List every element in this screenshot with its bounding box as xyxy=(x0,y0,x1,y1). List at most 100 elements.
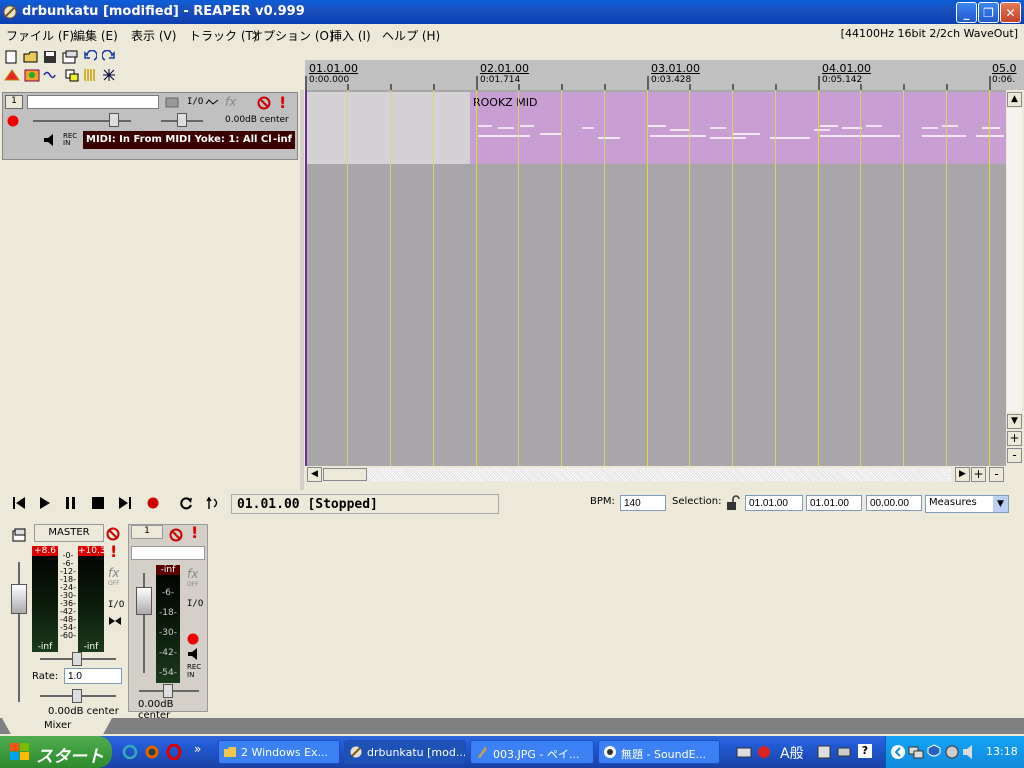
zoom-out-vertical-button[interactable]: - xyxy=(1007,448,1022,463)
task-windows-explorer[interactable]: 2 Windows Ex... xyxy=(218,740,340,764)
arrange-view[interactable]: ROOKZ MID xyxy=(305,90,1006,466)
record-arm-icon[interactable] xyxy=(7,115,19,127)
selection-length-input[interactable] xyxy=(866,495,922,511)
time-display[interactable]: 01.01.00 [Stopped] xyxy=(231,494,499,514)
lock-icon[interactable] xyxy=(726,495,740,511)
ime-tools-icon[interactable] xyxy=(816,744,832,760)
channel-solo-icon[interactable]: ! xyxy=(191,523,198,542)
record-icon[interactable] xyxy=(146,496,160,510)
zoom-in-horizontal-button[interactable]: + xyxy=(971,467,986,482)
vertical-scrollbar[interactable]: ▲ ▼ + - xyxy=(1006,90,1024,466)
zoom-out-horizontal-button[interactable]: - xyxy=(989,467,1004,482)
network-icon[interactable] xyxy=(908,744,924,760)
scroll-track[interactable] xyxy=(1007,108,1022,412)
channel-pan-thumb[interactable] xyxy=(163,684,173,698)
crossfade-icon[interactable] xyxy=(102,68,116,82)
master-solo-icon[interactable]: ! xyxy=(110,542,117,561)
ime-mode-text[interactable]: A般 xyxy=(780,743,804,763)
channel-monitor-icon[interactable] xyxy=(187,647,203,661)
channel-fader-thumb[interactable] xyxy=(136,587,152,615)
task-reaper[interactable]: drbunkatu [mod... xyxy=(344,740,466,764)
tray-expand-icon[interactable] xyxy=(890,744,906,760)
keyboard-icon[interactable] xyxy=(736,745,752,759)
channel-fx-button[interactable]: fx xyxy=(187,567,198,581)
master-pan-thumb[interactable] xyxy=(72,652,82,666)
solo-icon[interactable]: ! xyxy=(279,93,286,112)
reaper-app-icon[interactable] xyxy=(3,4,18,19)
undo-icon[interactable] xyxy=(83,50,97,64)
ime-icon[interactable] xyxy=(756,744,772,760)
project-settings-icon[interactable] xyxy=(62,50,78,64)
ime-pad-icon[interactable] xyxy=(836,744,852,760)
mixer-tab[interactable]: Mixer xyxy=(2,718,112,734)
menu-help[interactable]: ヘルプ (H) xyxy=(382,27,440,44)
master-width-thumb[interactable] xyxy=(72,689,82,703)
channel-mute-icon[interactable] xyxy=(169,528,183,542)
midi-item[interactable]: ROOKZ MID xyxy=(470,92,1006,164)
task-paint[interactable]: 003.JPG - ペイ... xyxy=(470,740,594,764)
scroll-left-button[interactable]: ◀ xyxy=(307,467,322,482)
go-to-start-icon[interactable] xyxy=(12,496,26,510)
mute-icon[interactable] xyxy=(257,96,271,110)
menu-edit[interactable]: 編集 (E) xyxy=(73,27,118,44)
horizontal-scrollbar[interactable]: ◀ ▶ + - xyxy=(305,466,1024,484)
stop-icon[interactable] xyxy=(91,496,105,510)
firefox-icon[interactable] xyxy=(144,744,160,760)
time-mode-select[interactable]: Measures ▼ xyxy=(925,495,1009,513)
menu-track[interactable]: トラック (T) xyxy=(189,27,258,44)
zoom-in-vertical-button[interactable]: + xyxy=(1007,431,1022,446)
start-button[interactable]: スタート xyxy=(0,736,112,768)
envelope-icon[interactable] xyxy=(205,97,219,107)
scroll-up-button[interactable]: ▲ xyxy=(1007,92,1022,107)
new-file-icon[interactable] xyxy=(4,50,18,64)
opera-icon[interactable] xyxy=(166,744,182,760)
channel-rec-in[interactable]: REC IN xyxy=(187,663,201,679)
save-icon[interactable] xyxy=(43,50,57,64)
master-io-button[interactable]: I/O xyxy=(108,600,124,610)
grouping-icon[interactable] xyxy=(64,68,80,82)
selection-start-input[interactable] xyxy=(745,495,803,511)
snap-icon[interactable] xyxy=(24,68,40,82)
volume-slider-thumb[interactable] xyxy=(109,113,119,127)
scroll-right-button[interactable]: ▶ xyxy=(955,467,970,482)
antivirus-icon[interactable] xyxy=(944,744,960,760)
master-fader-thumb[interactable] xyxy=(11,584,27,614)
master-routing-icon[interactable] xyxy=(12,528,26,542)
bpm-input[interactable] xyxy=(620,495,666,511)
selection-end-input[interactable] xyxy=(806,495,862,511)
track-lane[interactable]: ROOKZ MID xyxy=(305,92,1006,164)
master-mute-icon[interactable] xyxy=(106,527,120,541)
quick-launch-more-icon[interactable]: » xyxy=(194,742,201,756)
track-name-input[interactable] xyxy=(27,95,159,109)
menu-view[interactable]: 表示 (V) xyxy=(131,27,176,44)
channel-1-strip[interactable]: 1 ! -inf -6- -18- -30- -42- -54- fx OFF … xyxy=(128,523,208,721)
redo-icon[interactable] xyxy=(102,50,116,64)
track-io-button[interactable]: I/O xyxy=(187,97,203,107)
internet-explorer-icon[interactable] xyxy=(122,744,138,760)
repeat-icon[interactable] xyxy=(178,495,194,511)
chevron-down-icon[interactable]: ▼ xyxy=(993,496,1008,512)
minimize-button[interactable]: _ xyxy=(956,2,977,23)
scroll-thumb[interactable] xyxy=(323,468,367,481)
pan-slider-thumb[interactable] xyxy=(177,113,187,127)
go-to-end-icon[interactable] xyxy=(118,496,132,510)
rate-input[interactable] xyxy=(64,668,122,684)
channel-io-button[interactable]: I/O xyxy=(187,599,203,609)
scroll-track[interactable] xyxy=(367,468,951,481)
scroll-down-button[interactable]: ▼ xyxy=(1007,414,1022,429)
volume-icon[interactable] xyxy=(962,744,978,760)
channel-name-field[interactable] xyxy=(131,546,205,560)
restore-button[interactable]: ❐ xyxy=(978,2,999,23)
timeline-ruler[interactable]: 01.01.00 0:00.000 02.01.00 0:01.714 03.0… xyxy=(305,46,1024,90)
play-icon[interactable] xyxy=(38,496,52,510)
title-bar[interactable]: drbunkatu [modified] - REAPER v0.999 _ ❐… xyxy=(0,0,1024,24)
master-fx-button[interactable]: fx xyxy=(108,566,119,580)
ripple-edit-icon[interactable] xyxy=(42,68,56,82)
monitor-speaker-icon[interactable] xyxy=(43,133,59,147)
track-folder-icon[interactable] xyxy=(165,95,179,108)
open-folder-icon[interactable] xyxy=(23,50,39,64)
master-mono-stereo-icon[interactable] xyxy=(108,616,122,626)
menu-options[interactable]: オプション (O) xyxy=(251,27,334,44)
rec-in-label[interactable]: REC IN xyxy=(63,133,77,147)
close-button[interactable]: ✕ xyxy=(1000,2,1021,23)
